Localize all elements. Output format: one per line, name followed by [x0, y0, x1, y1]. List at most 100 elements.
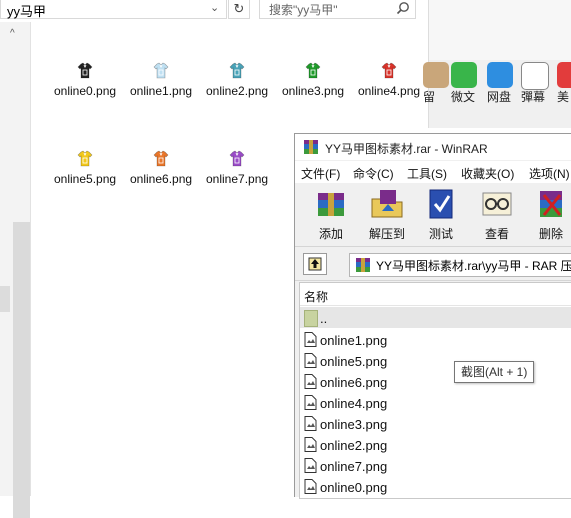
- image-file-icon: [304, 416, 317, 431]
- app-icon[interactable]: [557, 62, 571, 88]
- list-item[interactable]: online2.png: [300, 434, 571, 455]
- parent-folder-label: ..: [320, 311, 328, 326]
- file-name: online3.png: [320, 417, 388, 432]
- background-app-top: [429, 0, 571, 60]
- toolbar-button[interactable]: 删除: [525, 187, 571, 242]
- folder-icon: [304, 310, 318, 327]
- file-item[interactable]: online2.png: [206, 62, 278, 99]
- address-bar[interactable]: yy马甲 ⌄: [0, 0, 227, 19]
- app-label: 网盘: [487, 90, 512, 104]
- file-name: online6.png: [130, 172, 193, 186]
- shirt-icon: [229, 150, 245, 167]
- menu-item[interactable]: 选项(N): [529, 165, 570, 182]
- search-placeholder: 搜索"yy马甲": [269, 3, 338, 17]
- file-name: online4.png: [358, 84, 421, 98]
- parent-folder-row[interactable]: ..: [300, 307, 571, 328]
- toolbar-button-label: 解压到: [368, 227, 405, 241]
- winrar-window: YY马甲图标素材.rar - WinRAR 文件(F) 命令(C) 工具(S) 收藏夹…: [294, 133, 571, 499]
- image-file-icon: [304, 332, 317, 347]
- app-label: 彈幕: [521, 90, 546, 104]
- search-icon[interactable]: [396, 1, 410, 15]
- test-icon: [429, 189, 453, 219]
- menu-item[interactable]: 命令(C): [353, 165, 394, 182]
- shirt-icon: [229, 62, 245, 79]
- toolbar-button[interactable]: 解压到: [361, 187, 413, 242]
- file-name: online5.png: [320, 354, 388, 369]
- list-item[interactable]: online3.png: [300, 413, 571, 434]
- toolbar-button[interactable]: 添加: [305, 187, 357, 242]
- file-name: online5.png: [54, 172, 117, 186]
- toolbar-button[interactable]: 查看: [471, 187, 523, 242]
- file-item[interactable]: online5.png: [54, 150, 126, 187]
- file-item[interactable]: online3.png: [282, 62, 354, 99]
- list-item[interactable]: online7.png: [300, 455, 571, 476]
- app-icon[interactable]: [521, 62, 549, 90]
- refresh-button[interactable]: ↻: [228, 0, 250, 19]
- toolbar-button-label: 删除: [538, 227, 563, 241]
- search-input[interactable]: 搜索"yy马甲": [259, 0, 416, 19]
- file-name: online3.png: [282, 84, 345, 98]
- archive-icon: [356, 258, 370, 272]
- file-item[interactable]: online4.png: [358, 62, 430, 99]
- delete-icon: [540, 191, 562, 217]
- menu-item[interactable]: 工具(S): [407, 165, 447, 182]
- menu-bar: 文件(F) 命令(C) 工具(S) 收藏夹(O) 选项(N): [295, 161, 571, 183]
- up-arrow-icon: [308, 257, 322, 271]
- file-item[interactable]: online0.png: [54, 62, 126, 99]
- file-name: online0.png: [320, 480, 388, 495]
- archive-path-text: YY马甲图标素材.rar\yy马甲 - RAR 压: [376, 259, 571, 273]
- shirt-icon: [153, 62, 169, 79]
- up-folder-button[interactable]: [303, 253, 327, 275]
- menu-item[interactable]: 文件(F): [301, 165, 340, 182]
- image-file-icon: [304, 479, 317, 494]
- app-label: 美: [557, 90, 570, 104]
- title-bar[interactable]: YY马甲图标素材.rar - WinRAR: [295, 134, 571, 160]
- image-file-icon: [304, 395, 317, 410]
- address-text: yy马甲: [7, 4, 47, 19]
- file-name: online0.png: [54, 84, 117, 98]
- file-name: online2.png: [206, 84, 269, 98]
- app-icon[interactable]: [423, 62, 449, 88]
- file-item[interactable]: online1.png: [130, 62, 202, 99]
- shirt-icon: [153, 150, 169, 167]
- toolbar-button[interactable]: 测试: [415, 187, 467, 242]
- toolbar-button-label: 添加: [318, 227, 343, 241]
- winrar-logo-icon: [304, 140, 318, 154]
- list-item[interactable]: online4.png: [300, 392, 571, 413]
- scrollbar-thumb[interactable]: [13, 222, 30, 518]
- image-file-icon: [304, 437, 317, 452]
- menu-item[interactable]: 收藏夹(O): [461, 165, 514, 182]
- shirt-icon: [305, 62, 321, 79]
- scroll-up-icon[interactable]: ^: [10, 28, 15, 39]
- file-name: online7.png: [320, 459, 388, 474]
- file-name: online1.png: [320, 333, 388, 348]
- archive-path-field[interactable]: YY马甲图标素材.rar\yy马甲 - RAR 压: [349, 253, 571, 277]
- file-item[interactable]: online7.png: [206, 150, 278, 187]
- file-item[interactable]: online6.png: [130, 150, 202, 187]
- list-item[interactable]: online1.png: [300, 329, 571, 350]
- toolbar: 添加 解压到 测试 查看 删除: [295, 184, 571, 247]
- shirt-icon: [77, 150, 93, 167]
- file-name: online7.png: [206, 172, 269, 186]
- background-app-strip: 留 微文 网盘 彈幕美: [423, 0, 571, 128]
- nav-selection-marker: [0, 286, 10, 312]
- file-name: online6.png: [320, 375, 388, 390]
- chevron-down-icon[interactable]: ⌄: [210, 1, 219, 14]
- image-file-icon: [304, 458, 317, 473]
- column-header-name[interactable]: 名称: [300, 283, 571, 306]
- view-icon: [482, 192, 512, 216]
- app-label: 留: [423, 90, 436, 104]
- app-icon[interactable]: [451, 62, 477, 88]
- tooltip: 截图(Alt + 1): [454, 361, 535, 383]
- image-file-icon: [304, 374, 317, 389]
- shirt-icon: [77, 62, 93, 79]
- app-label: 微文: [451, 90, 476, 104]
- image-file-icon: [304, 353, 317, 368]
- window-title: YY马甲图标素材.rar - WinRAR: [325, 142, 488, 156]
- list-item[interactable]: online0.png: [300, 476, 571, 497]
- shirt-icon: [381, 62, 397, 79]
- toolbar-button-label: 测试: [428, 227, 453, 241]
- toolbar-button-label: 查看: [484, 227, 509, 241]
- app-icon[interactable]: [487, 62, 513, 88]
- file-name: online4.png: [320, 396, 388, 411]
